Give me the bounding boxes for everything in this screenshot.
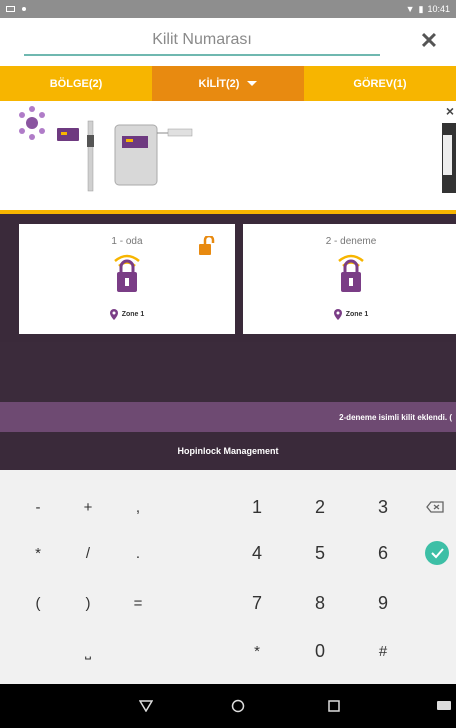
recents-button[interactable] <box>322 694 346 718</box>
backspace-icon <box>426 501 444 513</box>
key-period[interactable]: . <box>122 538 154 568</box>
key-star[interactable]: * <box>240 634 274 668</box>
tab-kilit[interactable]: KİLİT(2) <box>152 66 304 101</box>
toast-message: 2-deneme isimli kilit eklendi. ( <box>0 402 456 432</box>
key-4[interactable]: 4 <box>240 536 274 570</box>
home-circle-icon <box>231 699 245 713</box>
keyboard-switch-button[interactable] <box>432 694 456 718</box>
key-space[interactable]: ⎵ <box>72 636 104 666</box>
screen-icon <box>6 6 15 12</box>
tab-gorev[interactable]: GÖREV(1) <box>304 66 456 101</box>
key-plus[interactable]: + <box>72 492 104 522</box>
key-comma[interactable]: , <box>122 492 154 522</box>
location-pin-icon <box>109 309 118 320</box>
key-6[interactable]: 6 <box>366 536 400 570</box>
close-icon: ✕ <box>419 28 439 53</box>
search-bar: ✕ <box>0 18 456 66</box>
search-input[interactable] <box>24 26 380 56</box>
key-3[interactable]: 3 <box>366 490 400 524</box>
key-minus[interactable]: - <box>22 492 54 522</box>
door-lock-icon <box>442 123 456 193</box>
lock-card[interactable]: 1 - oda Zone 1 <box>19 224 235 334</box>
key-9[interactable]: 9 <box>366 586 400 620</box>
key-5[interactable]: 5 <box>303 536 337 570</box>
key-open-paren[interactable]: ( <box>22 588 54 618</box>
location-pin-icon <box>333 309 342 320</box>
status-time: 10:41 <box>427 4 450 14</box>
keyboard-icon <box>437 701 451 710</box>
back-button[interactable] <box>134 694 158 718</box>
lock-card[interactable]: 2 - deneme Zone 1 <box>243 224 456 334</box>
numeric-keyboard: - + , * / . ( ) = ⎵ 1 2 3 4 5 6 7 8 9 * … <box>0 470 456 684</box>
empty-area <box>0 342 456 402</box>
battery-icon: ▮ <box>418 3 424 14</box>
product-banner: × <box>0 101 456 214</box>
key-7[interactable]: 7 <box>240 586 274 620</box>
key-asterisk[interactable]: * <box>22 538 54 568</box>
backspace-key[interactable] <box>422 492 448 522</box>
key-2[interactable]: 2 <box>303 490 337 524</box>
lock-signal-icon <box>338 254 364 292</box>
key-hash[interactable]: # <box>366 634 400 668</box>
wifi-icon: ▼ <box>405 4 415 14</box>
adapter-icon <box>167 128 193 137</box>
hub-device-icon <box>114 124 158 186</box>
key-8[interactable]: 8 <box>303 586 337 620</box>
back-triangle-icon <box>139 700 153 712</box>
status-bar: ▼ ▮ 10:41 <box>0 0 456 18</box>
clear-search-button[interactable]: ✕ <box>414 26 444 56</box>
tab-bolge[interactable]: BÖLGE(2) <box>0 66 152 101</box>
system-nav-bar <box>0 684 456 728</box>
home-button[interactable] <box>226 694 250 718</box>
close-banner-button[interactable]: × <box>446 103 454 119</box>
key-equals[interactable]: = <box>122 588 154 618</box>
key-0[interactable]: 0 <box>303 634 337 668</box>
lock-list: 1 - oda Zone 1 2 - deneme Zone 1 <box>0 218 456 342</box>
network-icon <box>19 106 45 140</box>
key-icon <box>87 120 94 192</box>
key-slash[interactable]: / <box>72 538 104 568</box>
chevron-down-icon <box>247 81 258 86</box>
unlock-icon <box>199 236 215 255</box>
key-close-paren[interactable]: ) <box>72 588 104 618</box>
check-icon <box>425 541 449 565</box>
done-key[interactable] <box>424 540 450 566</box>
banner-illustration <box>19 106 456 193</box>
card-icon <box>57 128 79 141</box>
lock-name: 2 - deneme <box>325 236 377 247</box>
lock-signal-icon <box>114 254 140 292</box>
recents-square-icon <box>328 700 340 712</box>
key-1[interactable]: 1 <box>240 490 274 524</box>
zone-label: Zone 1 <box>243 309 456 320</box>
tab-bar: BÖLGE(2) KİLİT(2) GÖREV(1) <box>0 66 456 101</box>
notification-icon <box>22 7 26 11</box>
app-footer-title: Hopinlock Management <box>0 432 456 470</box>
zone-label: Zone 1 <box>19 309 235 320</box>
